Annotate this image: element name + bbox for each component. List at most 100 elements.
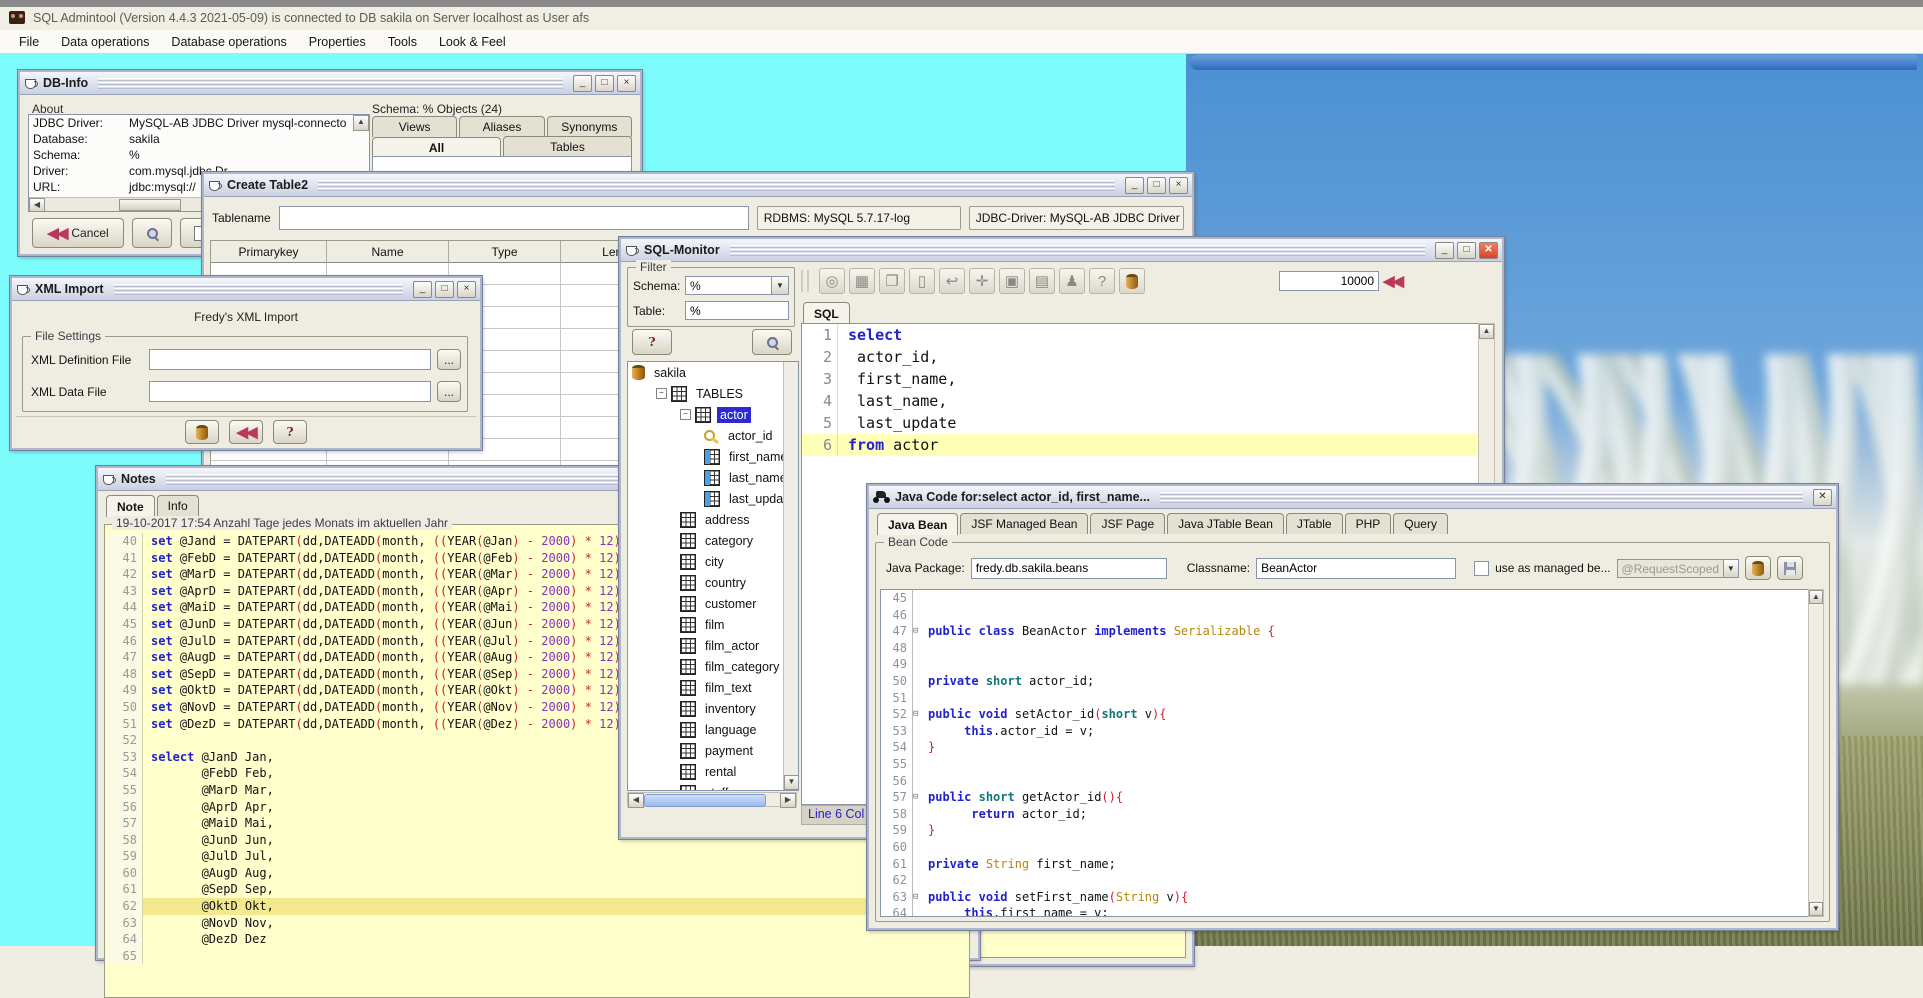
tree-item-film-actor[interactable]: film_actor: [628, 635, 798, 656]
classname-input[interactable]: [1256, 558, 1456, 579]
search-button[interactable]: [132, 218, 172, 248]
close-button[interactable]: ✕: [1479, 242, 1498, 259]
close-button[interactable]: ✕: [1813, 489, 1832, 506]
tab-tables[interactable]: Tables: [503, 136, 632, 157]
chevron-down-icon[interactable]: ▼: [771, 277, 788, 294]
fold-marker-icon[interactable]: ⊟: [912, 789, 924, 806]
tree-vscrollbar[interactable]: ▼: [783, 362, 798, 790]
menu-tools[interactable]: Tools: [377, 32, 428, 52]
sql-monitor-title-bar[interactable]: SQL-Monitor _ □ ✕: [621, 239, 1502, 262]
tree-item-language[interactable]: language: [628, 719, 798, 740]
tab-query[interactable]: Query: [1393, 513, 1448, 534]
scroll-down-icon[interactable]: ▼: [1809, 902, 1823, 916]
minimize-button[interactable]: _: [1125, 177, 1144, 194]
open-button[interactable]: ▤: [1029, 268, 1055, 294]
paste-button[interactable]: ▯: [909, 268, 935, 294]
tree-item-staff[interactable]: staff: [628, 782, 798, 791]
tree-item-inventory[interactable]: inventory: [628, 698, 798, 719]
tab-jtable[interactable]: JTable: [1286, 513, 1343, 534]
results-table-button[interactable]: ▦: [849, 268, 875, 294]
minimize-button[interactable]: _: [413, 281, 432, 298]
close-button[interactable]: ×: [1169, 177, 1188, 194]
db-info-title-bar[interactable]: DB-Info _ □ ×: [20, 72, 640, 95]
java-editor[interactable]: 45 46 47⊟public class BeanActor implemen…: [880, 589, 1809, 917]
scroll-right-icon[interactable]: ▶: [780, 793, 796, 808]
close-button[interactable]: ×: [457, 281, 476, 298]
managed-bean-checkbox[interactable]: [1474, 561, 1489, 576]
create-table-title-bar[interactable]: Create Table2 _ □ ×: [204, 174, 1192, 197]
tree-item-rental[interactable]: rental: [628, 761, 798, 782]
menu-database-operations[interactable]: Database operations: [160, 32, 297, 52]
column-header-primarykey[interactable]: Primarykey: [211, 241, 327, 263]
insert-table-button[interactable]: ✛: [969, 268, 995, 294]
tablename-input[interactable]: [279, 206, 749, 230]
minimize-button[interactable]: _: [1435, 242, 1454, 259]
tab-java-jtable-bean[interactable]: Java JTable Bean: [1167, 513, 1284, 534]
tab-jsf-page[interactable]: JSF Page: [1090, 513, 1165, 534]
scroll-up-icon[interactable]: ▲: [353, 115, 369, 131]
menu-data-operations[interactable]: Data operations: [50, 32, 160, 52]
tab-synonyms[interactable]: Synonyms: [547, 116, 632, 137]
browse-definition-button[interactable]: ...: [437, 349, 461, 370]
tree-item-last-update[interactable]: last_update: [628, 488, 798, 509]
fold-marker-icon[interactable]: ⊟: [912, 889, 924, 906]
tree-item-film-category[interactable]: film_category: [628, 656, 798, 677]
scroll-down-icon[interactable]: ▼: [784, 775, 799, 790]
filter-search-button[interactable]: [752, 329, 792, 355]
tree-item-last-name[interactable]: last_name: [628, 467, 798, 488]
tab-info[interactable]: Info: [157, 495, 199, 516]
maximize-button[interactable]: □: [595, 75, 614, 92]
save-button[interactable]: ▣: [999, 268, 1025, 294]
row-limit-input[interactable]: [1279, 271, 1379, 291]
tab-jsf-managed-bean[interactable]: JSF Managed Bean: [960, 513, 1088, 534]
tab-sql[interactable]: SQL: [803, 302, 850, 324]
tree-item-first-name[interactable]: first_name: [628, 446, 798, 467]
tab-aliases[interactable]: Aliases: [459, 116, 544, 137]
column-header-type[interactable]: Type: [449, 241, 561, 263]
package-input[interactable]: [971, 558, 1167, 579]
minimize-button[interactable]: _: [573, 75, 592, 92]
save-button[interactable]: [1777, 556, 1803, 580]
table-filter-input[interactable]: [685, 301, 789, 320]
maximize-button[interactable]: □: [1457, 242, 1476, 259]
find-button[interactable]: ◎: [819, 268, 845, 294]
scroll-up-icon[interactable]: ▲: [1479, 324, 1494, 339]
cancel-button[interactable]: ◀◀ Cancel: [32, 218, 124, 248]
fold-marker-icon[interactable]: ⊟: [912, 623, 924, 640]
maximize-button[interactable]: □: [1147, 177, 1166, 194]
tree-hscrollbar[interactable]: ◀ ▶: [627, 792, 797, 807]
run-back-arrows-icon[interactable]: ◀◀: [1383, 274, 1402, 289]
scroll-left-icon[interactable]: ◀: [628, 793, 644, 808]
scrollbar-thumb[interactable]: [644, 794, 766, 807]
scope-combo[interactable]: @RequestScoped ▼: [1617, 559, 1739, 578]
column-header-name[interactable]: Name: [327, 241, 449, 263]
collapse-icon[interactable]: −: [656, 388, 667, 399]
tree-item-city[interactable]: city: [628, 551, 798, 572]
java-code-title-bar[interactable]: Java Code for:select actor_id, first_nam…: [869, 486, 1836, 509]
java-editor-vscrollbar[interactable]: ▲ ▼: [1808, 589, 1824, 917]
scroll-up-icon[interactable]: ▲: [1809, 590, 1823, 604]
menu-look-feel[interactable]: Look & Feel: [428, 32, 517, 52]
xml-data-input[interactable]: [149, 381, 431, 402]
tree-item-address[interactable]: address: [628, 509, 798, 530]
xml-import-title-bar[interactable]: XML Import _ □ ×: [12, 278, 480, 301]
scrollbar-thumb[interactable]: [119, 199, 181, 211]
collapse-icon[interactable]: −: [680, 409, 691, 420]
tree-item-payment[interactable]: payment: [628, 740, 798, 761]
help-button[interactable]: ?: [273, 420, 307, 444]
generate-button[interactable]: [1745, 556, 1771, 580]
back-button[interactable]: ◀◀: [229, 420, 263, 444]
menu-properties[interactable]: Properties: [298, 32, 377, 52]
copy-button[interactable]: ❐: [879, 268, 905, 294]
filter-help-button[interactable]: ?: [632, 329, 672, 355]
tab-all[interactable]: All: [372, 137, 501, 158]
drop-button[interactable]: [1119, 268, 1145, 294]
import-button[interactable]: [185, 420, 219, 444]
tree-item-film[interactable]: film: [628, 614, 798, 635]
tree-item-actor[interactable]: −actor: [628, 404, 798, 425]
close-button[interactable]: ×: [617, 75, 636, 92]
tab-note[interactable]: Note: [106, 495, 155, 517]
browse-data-button[interactable]: ...: [437, 381, 461, 402]
tree-item-film-text[interactable]: film_text: [628, 677, 798, 698]
schema-combo[interactable]: % ▼: [685, 276, 789, 295]
